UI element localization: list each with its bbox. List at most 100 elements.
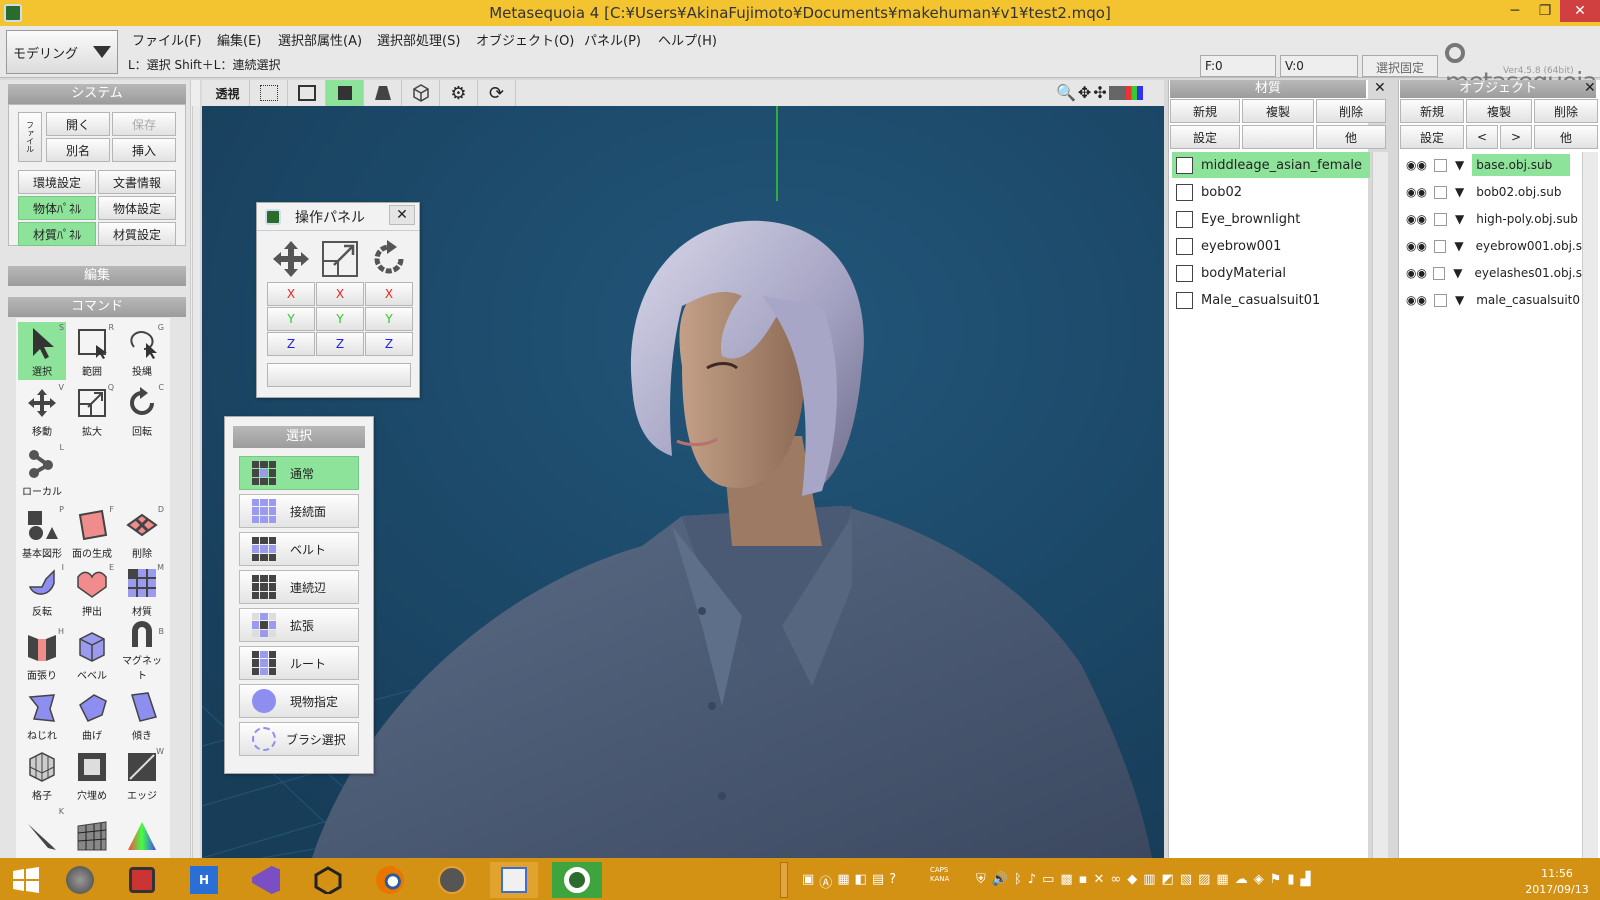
material-checkbox[interactable]	[1176, 156, 1193, 174]
pdf-icon[interactable]: ▪	[1079, 872, 1088, 887]
tray-icon[interactable]: ◩	[1162, 872, 1174, 887]
lock-checkbox[interactable]	[1434, 293, 1447, 307]
op-scale-y[interactable]: Y	[316, 307, 364, 331]
tool-fill-hole[interactable]: 穴埋め	[68, 746, 116, 804]
tool-extrude[interactable]: E 押出	[68, 562, 116, 620]
object-next-button[interactable]: >	[1500, 125, 1532, 149]
pan-icon[interactable]: ✥	[1078, 83, 1091, 102]
tool-magnet[interactable]: B マグネット	[118, 621, 166, 684]
material-scrollbar[interactable]	[1372, 152, 1388, 858]
battery-icon[interactable]: ▮	[1287, 872, 1294, 887]
close-icon[interactable]: ✕	[1374, 80, 1386, 96]
tray-icon[interactable]: Ⓐ	[819, 872, 832, 891]
tool-rotate[interactable]: C 回転	[118, 382, 166, 440]
select-mode-route[interactable]: ルート	[239, 646, 359, 680]
tool-create-face[interactable]: F 面の生成	[68, 504, 116, 562]
close-icon[interactable]: ✕	[1584, 80, 1596, 96]
taskbar-app-media[interactable]	[490, 862, 538, 898]
view-settings-button[interactable]: ⚙	[440, 80, 478, 106]
tray-icon[interactable]: ▨	[1198, 872, 1210, 887]
menu-select-attr[interactable]: 選択部属性(A)	[274, 30, 366, 50]
orbit-icon[interactable]: ✣	[1093, 83, 1106, 102]
object-new-button[interactable]: 新規	[1400, 99, 1464, 123]
material-item[interactable]: bob02	[1172, 179, 1370, 205]
signal-icon[interactable]: ▟	[1301, 872, 1311, 887]
taskbar-separator[interactable]	[780, 862, 788, 898]
edit-panel-header[interactable]: 編集	[8, 266, 186, 286]
volume-icon[interactable]: 🔊	[992, 872, 1008, 887]
tool-lattice[interactable]: 格子	[18, 746, 66, 804]
material-item[interactable]: Eye_brownlight	[1172, 206, 1370, 232]
expand-triangle-icon[interactable]: ▼	[1454, 239, 1463, 253]
expand-triangle-icon[interactable]: ▼	[1455, 293, 1464, 307]
taskbar-app-docs[interactable]: H	[186, 862, 222, 898]
op-scale-x[interactable]: X	[316, 282, 364, 306]
operation-panel-header[interactable]: 操作パネル ✕	[257, 203, 419, 231]
object-prev-button[interactable]: <	[1466, 125, 1498, 149]
material-panel-header[interactable]: 材質	[1170, 80, 1366, 98]
op-move-x[interactable]: X	[267, 282, 315, 306]
tool-flip[interactable]: I 反転	[18, 562, 66, 620]
view-texture-button[interactable]	[364, 80, 402, 106]
material-copy-button[interactable]: 複製	[1242, 99, 1314, 123]
material-blank-button[interactable]	[1242, 125, 1314, 149]
lock-selection-button[interactable]: 選択固定	[1362, 55, 1438, 77]
material-item[interactable]: bodyMaterial	[1172, 260, 1370, 286]
material-checkbox[interactable]	[1176, 183, 1193, 201]
ime-indicator[interactable]: CAPS KANA	[930, 866, 949, 884]
visibility-icon[interactable]: ◉◉	[1406, 266, 1427, 280]
visibility-icon[interactable]: ◉◉	[1406, 185, 1428, 199]
object-delete-button[interactable]: 削除	[1534, 99, 1598, 123]
menu-edit[interactable]: 編集(E)	[213, 30, 265, 50]
taskbar-app-unity[interactable]	[310, 862, 346, 898]
op-move-button[interactable]	[267, 237, 315, 281]
tool-bevel[interactable]: ベベル	[68, 626, 116, 684]
lock-checkbox[interactable]	[1434, 158, 1447, 172]
tray-icon[interactable]: ?	[889, 872, 896, 891]
tool-lasso[interactable]: G 投縄	[118, 322, 166, 380]
open-button[interactable]: 開く	[46, 112, 110, 136]
visibility-icon[interactable]: ◉◉	[1406, 158, 1428, 172]
select-mode-edge-loop[interactable]: 連続辺	[239, 570, 359, 604]
select-mode-normal[interactable]: 通常	[239, 456, 359, 490]
doc-info-button[interactable]: 文書情報	[98, 170, 176, 194]
lock-checkbox[interactable]	[1432, 266, 1446, 280]
object-settings-button[interactable]: 設定	[1400, 125, 1464, 149]
view-solid-button[interactable]	[326, 80, 364, 106]
command-panel-header[interactable]: コマンド	[8, 297, 186, 317]
menu-file[interactable]: ファイル(F)	[128, 30, 206, 50]
material-panel-toggle[interactable]: 材質ﾊﾟﾈﾙ	[18, 222, 96, 246]
tray-icon[interactable]: ✕	[1093, 872, 1104, 887]
perspective-toggle[interactable]: 透視	[206, 80, 250, 106]
lock-checkbox[interactable]	[1434, 185, 1447, 199]
object-other-button[interactable]: 他	[1534, 125, 1598, 149]
visibility-icon[interactable]: ◉◉	[1406, 239, 1428, 253]
tool-knife[interactable]: K	[18, 806, 66, 858]
op-extra-button[interactable]	[267, 363, 411, 387]
shield-icon[interactable]: ⛨	[976, 872, 986, 887]
bluetooth-icon[interactable]: ᛒ	[1014, 872, 1022, 887]
expand-triangle-icon[interactable]: ▼	[1455, 185, 1464, 199]
select-mode-connected[interactable]: 接続面	[239, 494, 359, 528]
visibility-icon[interactable]: ◉◉	[1406, 293, 1428, 307]
op-scale-z[interactable]: Z	[316, 332, 364, 356]
file-side-tab[interactable]: ファイル	[18, 112, 42, 162]
material-settings-button[interactable]: 材質設定	[98, 222, 176, 246]
tool-move[interactable]: V 移動	[18, 382, 66, 440]
sound-icon[interactable]: ♪	[1028, 872, 1036, 887]
taskbar-app-game[interactable]	[124, 862, 160, 898]
material-checkbox[interactable]	[1176, 210, 1193, 228]
object-scrollbar[interactable]	[1582, 152, 1598, 858]
material-item[interactable]: Male_casualsuit01	[1172, 287, 1370, 313]
object-item[interactable]: ◉◉ ▼ male_casualsuit0	[1402, 287, 1582, 313]
material-checkbox[interactable]	[1176, 237, 1193, 255]
tool-select[interactable]: S 選択	[18, 322, 66, 380]
view-frame-button[interactable]	[288, 80, 326, 106]
close-icon[interactable]: ✕	[389, 205, 415, 225]
tray-icon[interactable]: ▦	[837, 872, 849, 891]
save-as-button[interactable]: 別名	[46, 138, 110, 162]
minimize-button[interactable]: ─	[1500, 0, 1530, 22]
tray-icon[interactable]: ▦	[1216, 872, 1228, 887]
material-new-button[interactable]: 新規	[1170, 99, 1240, 123]
tool-edge[interactable]: W エッジ	[118, 746, 166, 804]
